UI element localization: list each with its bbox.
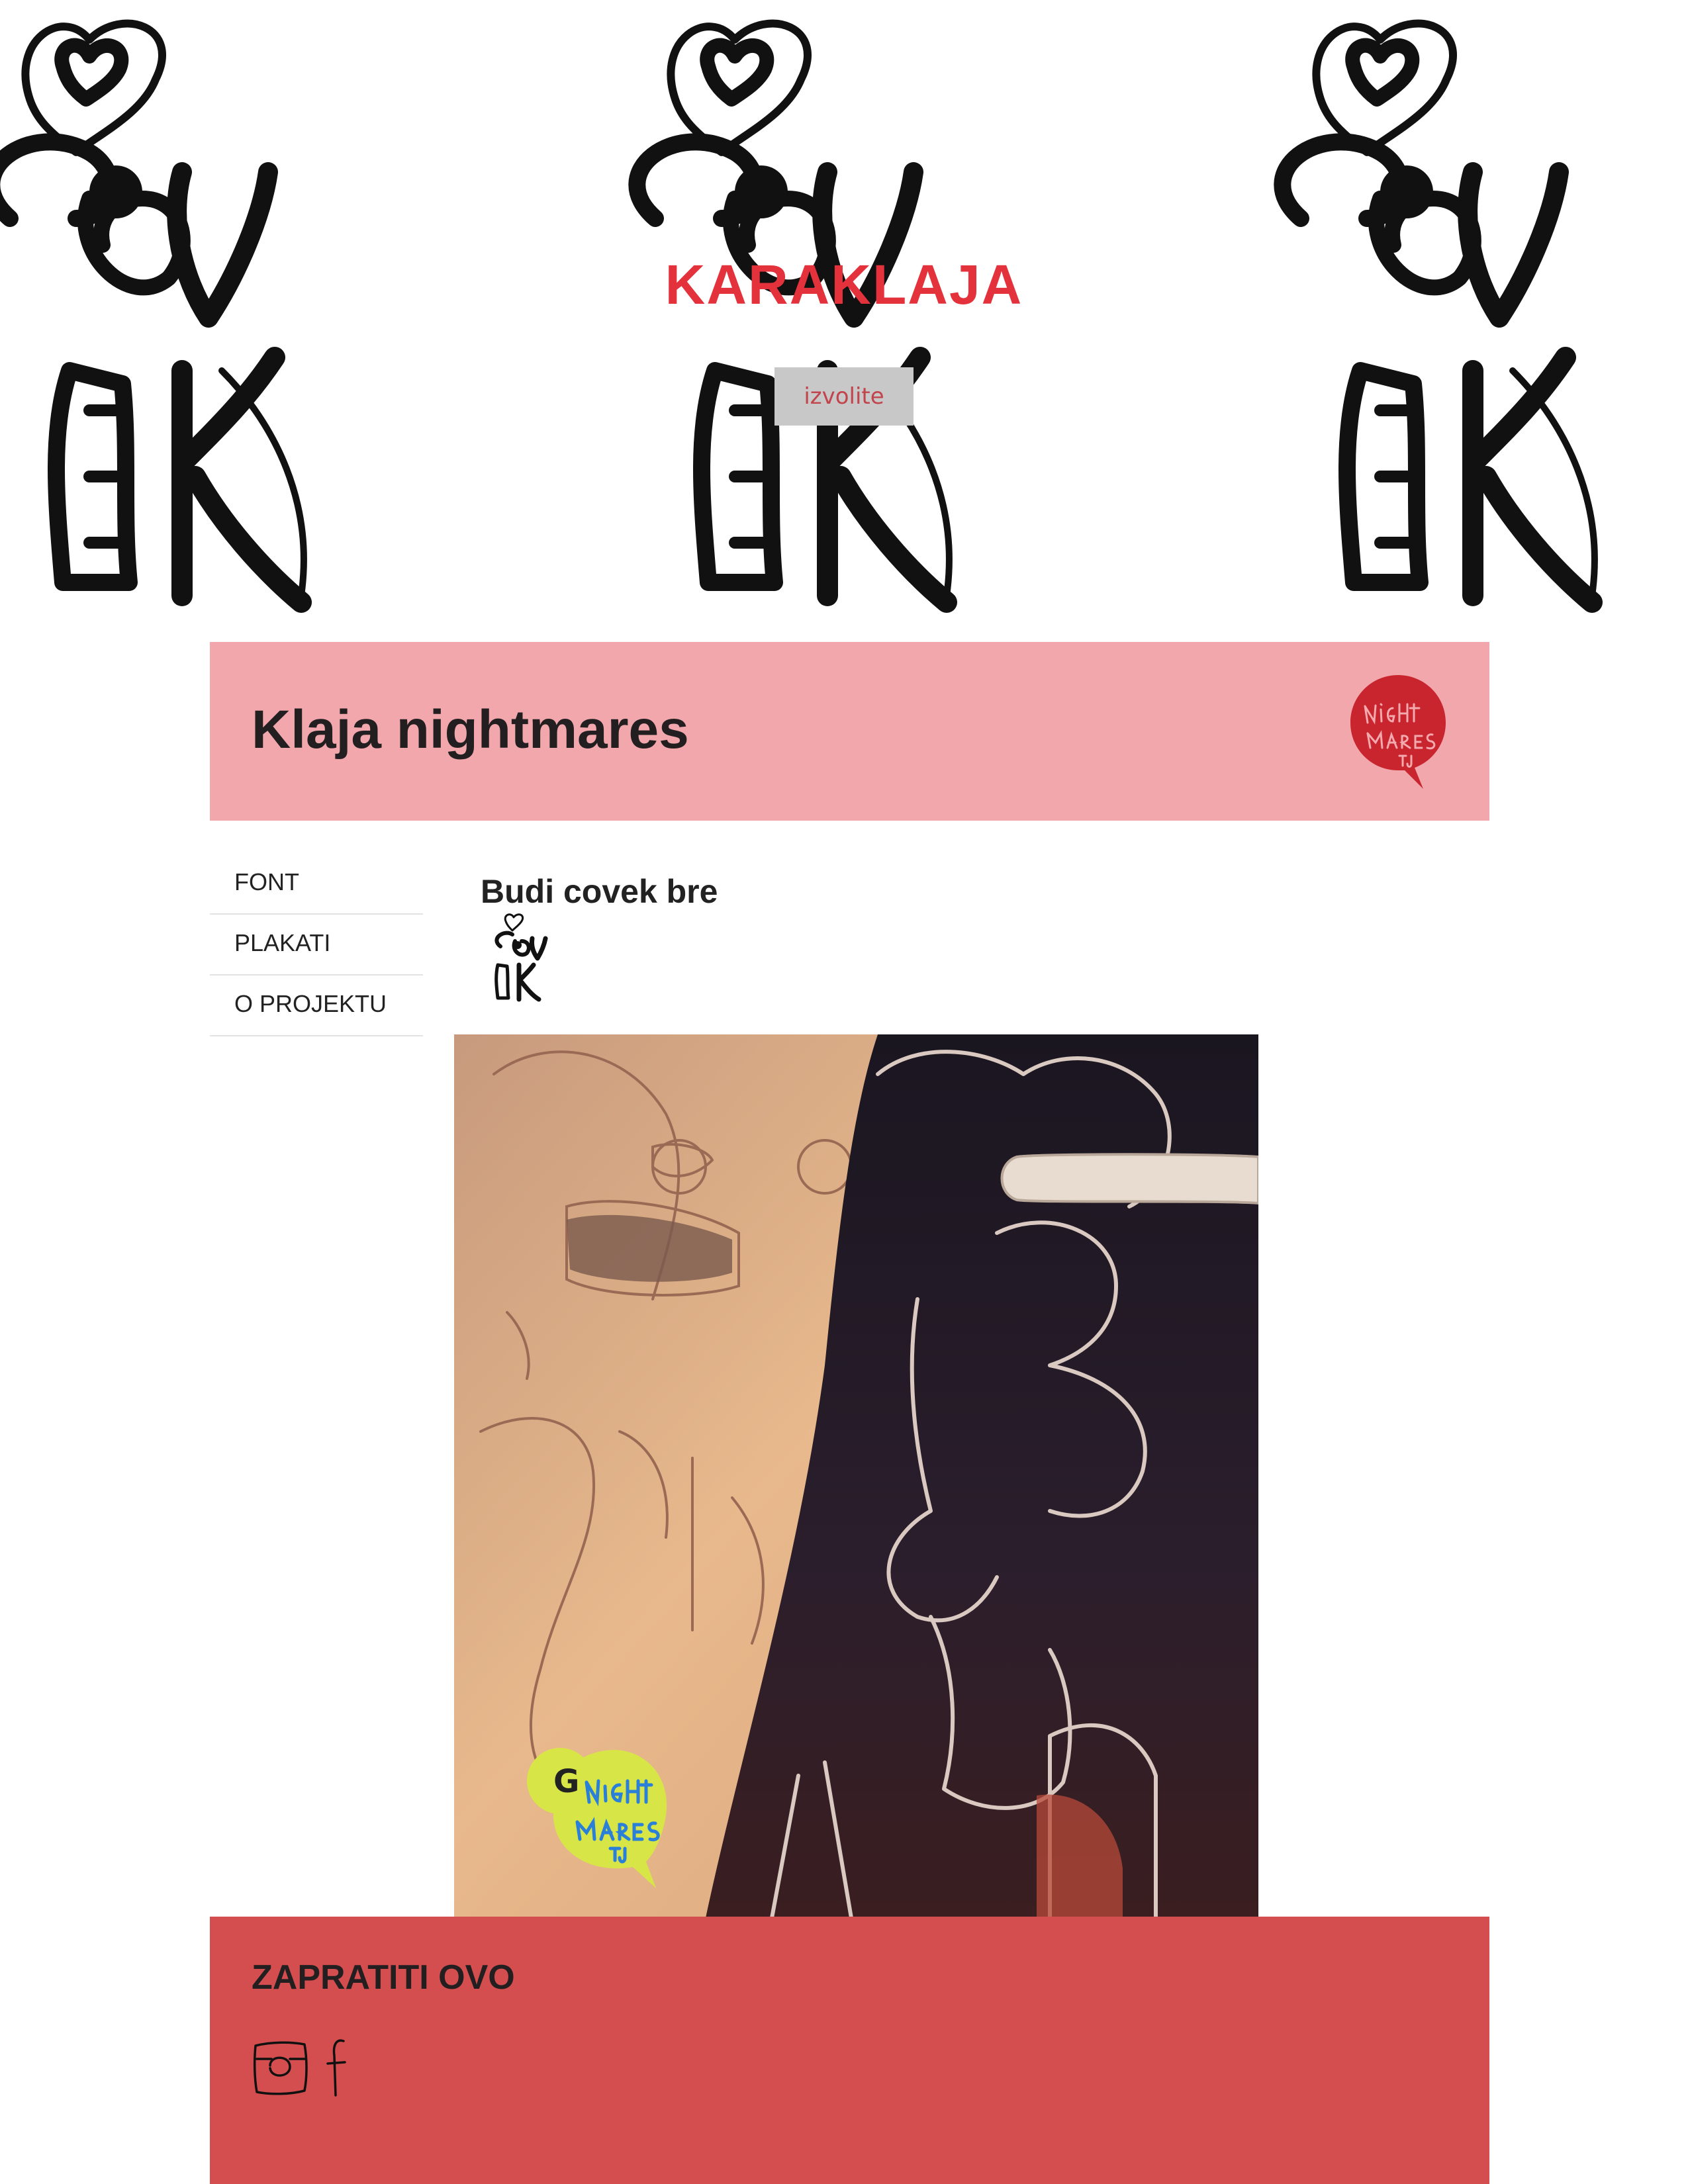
- hero-title: KARAKLAJA: [665, 253, 1023, 316]
- facebook-icon[interactable]: [324, 2036, 350, 2099]
- site-header: Klaja nightmares: [210, 642, 1489, 821]
- post-photo[interactable]: G: [454, 1034, 1258, 1918]
- hero-banner: KARAKLAJA izvolite: [0, 0, 1688, 642]
- nav-item-plakati[interactable]: PLAKATI: [210, 915, 423, 976]
- nav-item-o-projektu[interactable]: O PROJEKTU: [210, 976, 423, 1036]
- artwork-photo: G: [454, 1034, 1258, 1918]
- svg-text:G: G: [553, 1763, 579, 1800]
- nav-item-font[interactable]: FONT: [210, 854, 423, 915]
- nightmares-logo[interactable]: [1345, 670, 1451, 796]
- site-title[interactable]: Klaja nightmares: [252, 642, 689, 821]
- site-footer: ZAPRATITI OVO: [210, 1917, 1489, 2184]
- covek-lettering-art: [0, 19, 312, 613]
- izvolite-button[interactable]: izvolite: [774, 367, 914, 426]
- covek-lettering-art: [628, 19, 957, 613]
- post-title[interactable]: Budi covek bre: [481, 872, 718, 911]
- instagram-icon[interactable]: [252, 2039, 308, 2096]
- covek-lettering-art: [1274, 19, 1603, 613]
- covek-thumbnail[interactable]: [478, 912, 567, 1005]
- footer-heading: ZAPRATITI OVO: [252, 1958, 515, 1997]
- sidebar-nav: FONT PLAKATI O PROJEKTU: [210, 854, 423, 1036]
